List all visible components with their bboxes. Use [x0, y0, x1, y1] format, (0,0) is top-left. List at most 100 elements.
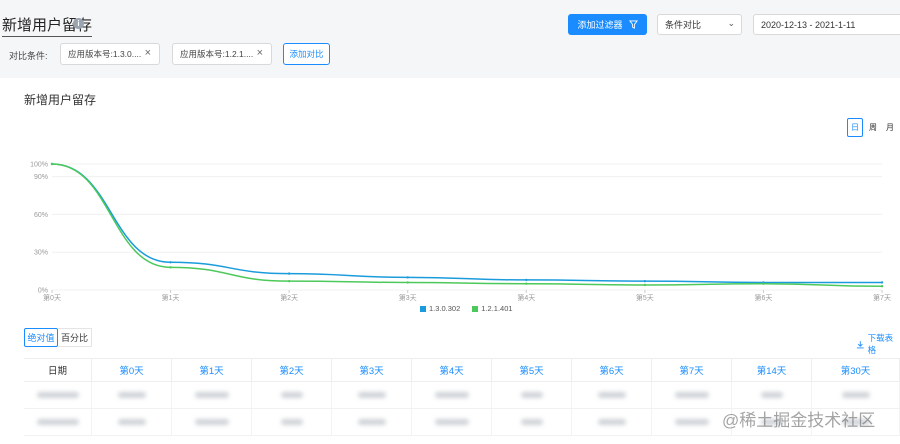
compare-tag-text: 应用版本号:1.3.0....	[68, 49, 142, 59]
table-cell	[732, 382, 812, 408]
y-tick-label: 90%	[34, 174, 48, 181]
x-tick-label: 第7天	[873, 293, 891, 302]
table-header-cell: 第3天	[332, 359, 412, 381]
table-header-cell: 第7天	[652, 359, 732, 381]
legend-item[interactable]: 1.3.0.302	[420, 304, 460, 313]
y-tick-label: 0%	[38, 288, 48, 295]
info-icon[interactable]: i	[73, 18, 84, 29]
table-cell	[652, 382, 732, 408]
table-cell	[492, 382, 572, 408]
series-line	[51, 163, 882, 284]
table-cell	[652, 409, 732, 435]
data-point	[525, 282, 528, 285]
table-cell	[172, 409, 252, 435]
retention-chart: 100% 90% 60% 30% 0% 第0天 第1天 第2天 第3天 第4天 第5天 第6天 第7天	[30, 162, 891, 303]
data-point	[525, 278, 528, 282]
data-point	[762, 282, 765, 285]
retention-card: 新增用户留存 日 周 月 100% 90% 60% 30% 0% 第0天 第1天 第2天 第3…	[0, 78, 900, 444]
blurred-value	[674, 419, 709, 425]
data-point	[287, 279, 291, 283]
granularity-month[interactable]: 月	[882, 118, 898, 137]
table-cell	[332, 409, 412, 435]
data-point	[169, 266, 172, 269]
blurred-value	[280, 392, 303, 398]
data-point	[406, 281, 409, 284]
table-header-cell: 第1天	[172, 359, 252, 381]
x-tick-label: 第6天	[754, 293, 772, 302]
download-table-button[interactable]: 下载表格	[856, 332, 900, 356]
chart-legend: 1.3.0.302 1.2.1.401	[420, 304, 513, 313]
table-cell	[92, 409, 172, 435]
data-point	[643, 279, 647, 283]
filter-icon	[628, 20, 638, 29]
table-row[interactable]	[24, 382, 900, 409]
table-header-cell: 日期	[24, 359, 92, 381]
card-title: 新增用户留存	[24, 93, 97, 107]
table-cell	[412, 382, 492, 408]
table-header-cell: 第0天	[92, 359, 172, 381]
blurred-value	[117, 419, 146, 425]
blurred-value	[760, 392, 783, 398]
table-header-cell: 第14天	[732, 359, 812, 381]
table-header-cell: 第2天	[252, 359, 332, 381]
table-header-cell: 第30天	[812, 359, 900, 381]
x-tick-label: 第2天	[280, 293, 298, 302]
table-cell	[492, 409, 572, 435]
watermark: @稀土掘金技术社区	[722, 411, 876, 430]
data-point	[643, 283, 647, 287]
chart-grid	[52, 163, 882, 291]
data-point	[880, 285, 884, 288]
close-icon[interactable]: ×	[257, 47, 263, 59]
table-cell	[24, 382, 92, 408]
blurred-value	[597, 392, 626, 398]
compare-tag-2[interactable]: 应用版本号:1.2.1.... ×	[172, 43, 272, 65]
table-cell	[412, 409, 492, 435]
blurred-value	[597, 419, 626, 425]
date-range-picker[interactable]: 2020-12-13 - 2021-1-11	[753, 14, 900, 35]
x-tick-label: 第1天	[162, 293, 180, 302]
data-point	[880, 281, 884, 284]
x-tick-label: 第4天	[517, 293, 535, 302]
compare-tag-1[interactable]: 应用版本号:1.3.0.... ×	[60, 43, 160, 65]
blurred-value	[357, 419, 386, 425]
table-header-cell: 第4天	[412, 359, 492, 381]
compare-mode-value: 条件对比	[665, 20, 702, 30]
compare-tag-text: 应用版本号:1.2.1....	[180, 49, 254, 59]
x-axis-labels: 第0天 第1天 第2天 第3天 第4天 第5天 第6天 第7天	[43, 290, 891, 302]
x-tick-label: 第0天	[43, 293, 61, 302]
compare-mode-select[interactable]: 条件对比 ⌄	[657, 14, 742, 35]
blurred-value	[434, 419, 469, 425]
y-tick-label: 30%	[34, 250, 48, 257]
table-cell	[572, 409, 652, 435]
blurred-value	[520, 392, 543, 398]
data-point	[287, 272, 291, 275]
blurred-value	[520, 419, 543, 425]
blurred-value	[194, 419, 229, 425]
blurred-value	[117, 392, 146, 398]
blurred-value	[36, 419, 79, 425]
y-axis-labels: 100% 90% 60% 30% 0%	[30, 162, 48, 295]
table-cell	[252, 382, 332, 408]
table-header: 日期 第0天 第1天 第2天 第3天 第4天 第5天 第6天 第7天 第14天 第30天	[24, 358, 900, 382]
add-compare-button[interactable]: 添加对比	[283, 43, 330, 65]
add-filter-label: 添加过滤器	[577, 20, 623, 30]
y-tick-label: 100%	[30, 162, 48, 169]
blurred-value	[36, 392, 79, 398]
blurred-value	[357, 392, 386, 398]
granularity-day[interactable]: 日	[847, 118, 863, 137]
compare-conditions-label: 对比条件:	[9, 51, 48, 61]
data-point	[169, 261, 172, 264]
x-tick-label: 第5天	[636, 293, 654, 302]
add-filter-button[interactable]: 添加过滤器	[568, 14, 647, 35]
legend-item[interactable]: 1.2.1.401	[472, 304, 513, 313]
table-cell	[172, 382, 252, 408]
table-cell	[332, 382, 412, 408]
y-tick-label: 60%	[34, 212, 48, 219]
absolute-value-toggle[interactable]: 绝对值	[24, 328, 58, 347]
close-icon[interactable]: ×	[145, 47, 151, 59]
granularity-week[interactable]: 周	[865, 118, 881, 137]
percent-toggle[interactable]: 百分比	[58, 328, 92, 347]
download-label: 下载表格	[867, 333, 894, 355]
table-cell	[252, 409, 332, 435]
table-cell	[92, 382, 172, 408]
